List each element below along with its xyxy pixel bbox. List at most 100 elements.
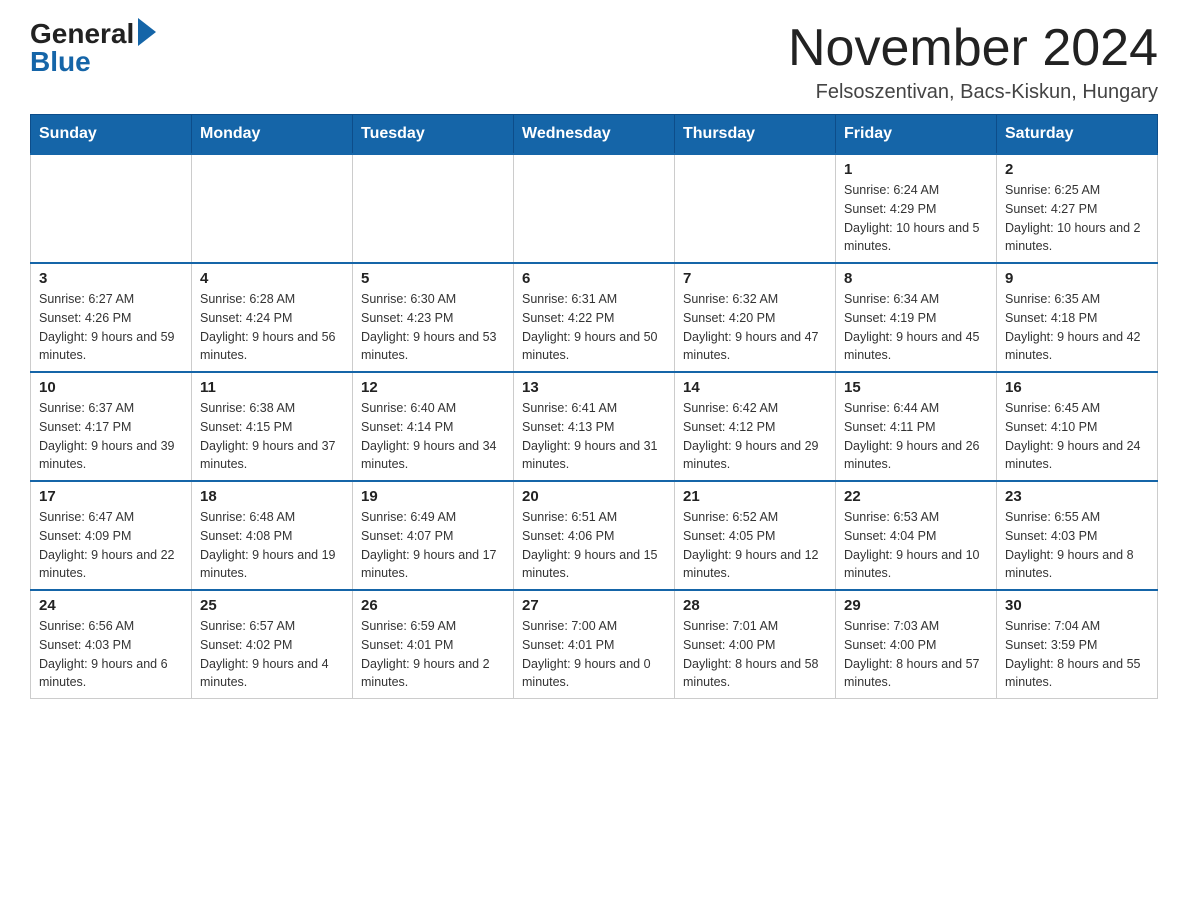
calendar-cell: 9 Sunrise: 6:35 AMSunset: 4:18 PMDaylight…: [997, 263, 1158, 372]
page-title: November 2024: [788, 20, 1158, 77]
day-info: Sunrise: 6:31 AMSunset: 4:22 PMDaylight:…: [522, 290, 666, 365]
calendar-cell: 12 Sunrise: 6:40 AMSunset: 4:14 PMDayligh…: [353, 372, 514, 481]
day-info: Sunrise: 6:38 AMSunset: 4:15 PMDaylight:…: [200, 399, 344, 474]
day-info: Sunrise: 6:59 AMSunset: 4:01 PMDaylight:…: [361, 617, 505, 692]
day-info: Sunrise: 6:41 AMSunset: 4:13 PMDaylight:…: [522, 399, 666, 474]
calendar-cell: 5 Sunrise: 6:30 AMSunset: 4:23 PMDaylight…: [353, 263, 514, 372]
week-row-0: 1Sunrise: 6:24 AMSunset: 4:29 PMDaylight…: [31, 154, 1158, 263]
day-info: Sunrise: 6:25 AMSunset: 4:27 PMDaylight:…: [1005, 181, 1149, 256]
calendar-cell: 18Sunrise: 6:48 AMSunset: 4:08 PMDayligh…: [192, 481, 353, 590]
day-info: Sunrise: 6:51 AMSunset: 4:06 PMDaylight:…: [522, 508, 666, 583]
logo: General Blue: [30, 20, 156, 76]
day-info: Sunrise: 6:40 AMSunset: 4:14 PMDaylight:…: [361, 399, 505, 474]
weekday-header-thursday: Thursday: [675, 115, 836, 155]
calendar-cell: 13Sunrise: 6:41 AMSunset: 4:13 PMDayligh…: [514, 372, 675, 481]
day-info: Sunrise: 6:47 AMSunset: 4:09 PMDaylight:…: [39, 508, 183, 583]
calendar-cell: 20 Sunrise: 6:51 AMSunset: 4:06 PMDayligh…: [514, 481, 675, 590]
calendar-cell: [353, 154, 514, 263]
calendar-cell: 10Sunrise: 6:37 AMSunset: 4:17 PMDayligh…: [31, 372, 192, 481]
day-info: Sunrise: 6:30 AMSunset: 4:23 PMDaylight:…: [361, 290, 505, 365]
calendar-cell: 22Sunrise: 6:53 AMSunset: 4:04 PMDayligh…: [836, 481, 997, 590]
day-number: 14: [683, 379, 827, 396]
weekday-row: SundayMondayTuesdayWednesdayThursdayFrid…: [31, 115, 1158, 155]
day-info: Sunrise: 6:28 AMSunset: 4:24 PMDaylight:…: [200, 290, 344, 365]
day-number: 22: [844, 488, 988, 505]
calendar-cell: 30 Sunrise: 7:04 AMSunset: 3:59 PMDayligh…: [997, 590, 1158, 699]
calendar-cell: 17 Sunrise: 6:47 AMSunset: 4:09 PMDayligh…: [31, 481, 192, 590]
week-row-1: 3 Sunrise: 6:27 AMSunset: 4:26 PMDaylight…: [31, 263, 1158, 372]
day-number: 20: [522, 488, 666, 505]
day-number: 10: [39, 379, 183, 396]
day-info: Sunrise: 6:56 AMSunset: 4:03 PMDaylight:…: [39, 617, 183, 692]
calendar-cell: 26 Sunrise: 6:59 AMSunset: 4:01 PMDayligh…: [353, 590, 514, 699]
day-number: 18: [200, 488, 344, 505]
calendar-cell: [675, 154, 836, 263]
day-info: Sunrise: 6:44 AMSunset: 4:11 PMDaylight:…: [844, 399, 988, 474]
calendar-cell: 23Sunrise: 6:55 AMSunset: 4:03 PMDayligh…: [997, 481, 1158, 590]
day-number: 25: [200, 597, 344, 614]
calendar-cell: 21 Sunrise: 6:52 AMSunset: 4:05 PMDayligh…: [675, 481, 836, 590]
day-info: Sunrise: 7:04 AMSunset: 3:59 PMDaylight:…: [1005, 617, 1149, 692]
weekday-header-friday: Friday: [836, 115, 997, 155]
calendar-cell: 28 Sunrise: 7:01 AMSunset: 4:00 PMDayligh…: [675, 590, 836, 699]
calendar-cell: [31, 154, 192, 263]
week-row-4: 24 Sunrise: 6:56 AMSunset: 4:03 PMDayligh…: [31, 590, 1158, 699]
calendar-cell: 1Sunrise: 6:24 AMSunset: 4:29 PMDaylight…: [836, 154, 997, 263]
day-number: 17: [39, 488, 183, 505]
calendar-cell: 7 Sunrise: 6:32 AMSunset: 4:20 PMDaylight…: [675, 263, 836, 372]
day-number: 30: [1005, 597, 1149, 614]
day-number: 8: [844, 270, 988, 287]
day-info: Sunrise: 7:01 AMSunset: 4:00 PMDaylight:…: [683, 617, 827, 692]
day-info: Sunrise: 6:35 AMSunset: 4:18 PMDaylight:…: [1005, 290, 1149, 365]
day-number: 9: [1005, 270, 1149, 287]
day-info: Sunrise: 6:45 AMSunset: 4:10 PMDaylight:…: [1005, 399, 1149, 474]
calendar-cell: [192, 154, 353, 263]
calendar-cell: 11Sunrise: 6:38 AMSunset: 4:15 PMDayligh…: [192, 372, 353, 481]
calendar-header: SundayMondayTuesdayWednesdayThursdayFrid…: [31, 115, 1158, 155]
calendar-cell: 6Sunrise: 6:31 AMSunset: 4:22 PMDaylight…: [514, 263, 675, 372]
day-number: 26: [361, 597, 505, 614]
calendar-cell: 29Sunrise: 7:03 AMSunset: 4:00 PMDayligh…: [836, 590, 997, 699]
day-info: Sunrise: 6:27 AMSunset: 4:26 PMDaylight:…: [39, 290, 183, 365]
calendar-cell: 3 Sunrise: 6:27 AMSunset: 4:26 PMDaylight…: [31, 263, 192, 372]
day-number: 21: [683, 488, 827, 505]
day-number: 4: [200, 270, 344, 287]
day-number: 5: [361, 270, 505, 287]
day-number: 24: [39, 597, 183, 614]
calendar-cell: 15Sunrise: 6:44 AMSunset: 4:11 PMDayligh…: [836, 372, 997, 481]
day-info: Sunrise: 6:32 AMSunset: 4:20 PMDaylight:…: [683, 290, 827, 365]
calendar: SundayMondayTuesdayWednesdayThursdayFrid…: [30, 114, 1158, 699]
day-number: 3: [39, 270, 183, 287]
subtitle: Felsoszentivan, Bacs-Kiskun, Hungary: [788, 81, 1158, 104]
calendar-cell: 8 Sunrise: 6:34 AMSunset: 4:19 PMDaylight…: [836, 263, 997, 372]
day-number: 29: [844, 597, 988, 614]
day-number: 7: [683, 270, 827, 287]
day-info: Sunrise: 6:52 AMSunset: 4:05 PMDaylight:…: [683, 508, 827, 583]
calendar-cell: 24 Sunrise: 6:56 AMSunset: 4:03 PMDayligh…: [31, 590, 192, 699]
logo-arrow-icon: [138, 18, 156, 46]
day-info: Sunrise: 6:49 AMSunset: 4:07 PMDaylight:…: [361, 508, 505, 583]
day-number: 27: [522, 597, 666, 614]
day-info: Sunrise: 6:57 AMSunset: 4:02 PMDaylight:…: [200, 617, 344, 692]
day-number: 28: [683, 597, 827, 614]
calendar-cell: 19 Sunrise: 6:49 AMSunset: 4:07 PMDayligh…: [353, 481, 514, 590]
week-row-3: 17 Sunrise: 6:47 AMSunset: 4:09 PMDayligh…: [31, 481, 1158, 590]
calendar-cell: 16 Sunrise: 6:45 AMSunset: 4:10 PMDayligh…: [997, 372, 1158, 481]
day-number: 2: [1005, 161, 1149, 178]
calendar-cell: 25 Sunrise: 6:57 AMSunset: 4:02 PMDayligh…: [192, 590, 353, 699]
day-info: Sunrise: 6:55 AMSunset: 4:03 PMDaylight:…: [1005, 508, 1149, 583]
day-info: Sunrise: 6:24 AMSunset: 4:29 PMDaylight:…: [844, 181, 988, 256]
day-number: 19: [361, 488, 505, 505]
weekday-header-saturday: Saturday: [997, 115, 1158, 155]
title-block: November 2024 Felsoszentivan, Bacs-Kisku…: [788, 20, 1158, 104]
calendar-cell: 27 Sunrise: 7:00 AMSunset: 4:01 PMDayligh…: [514, 590, 675, 699]
weekday-header-wednesday: Wednesday: [514, 115, 675, 155]
day-number: 16: [1005, 379, 1149, 396]
weekday-header-monday: Monday: [192, 115, 353, 155]
day-number: 12: [361, 379, 505, 396]
calendar-cell: 4 Sunrise: 6:28 AMSunset: 4:24 PMDaylight…: [192, 263, 353, 372]
logo-general: General: [30, 20, 134, 48]
day-info: Sunrise: 7:00 AMSunset: 4:01 PMDaylight:…: [522, 617, 666, 692]
day-info: Sunrise: 6:34 AMSunset: 4:19 PMDaylight:…: [844, 290, 988, 365]
weekday-header-tuesday: Tuesday: [353, 115, 514, 155]
